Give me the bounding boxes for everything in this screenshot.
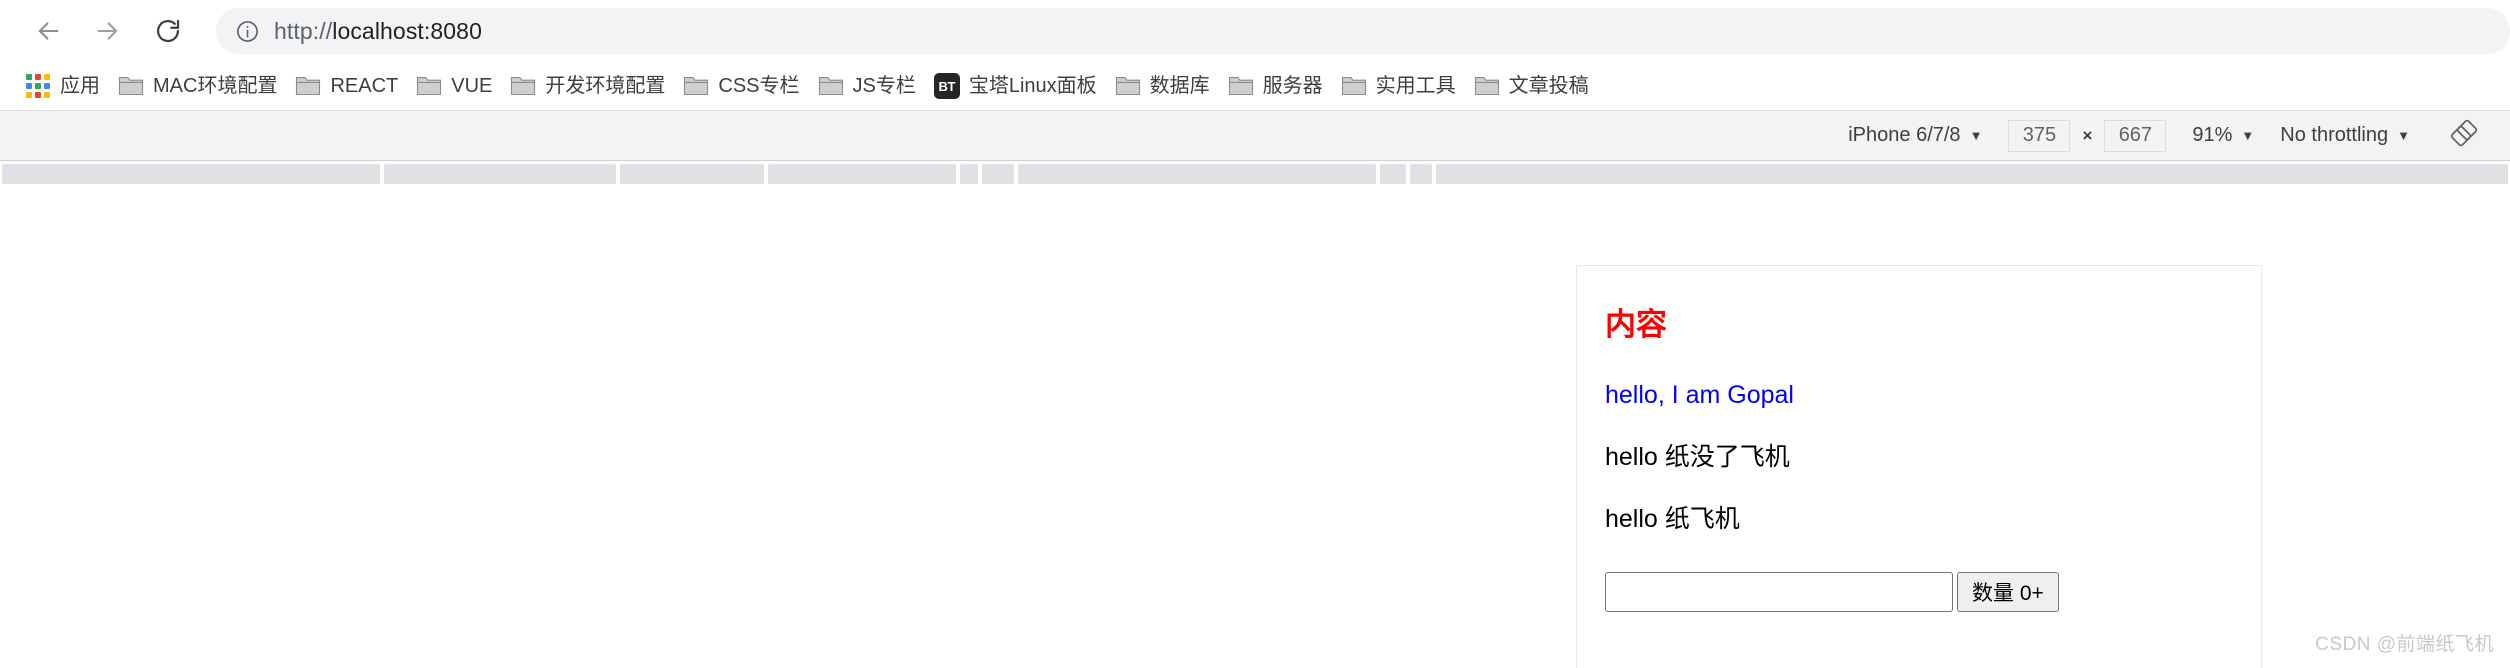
folder-icon — [818, 73, 844, 99]
bookmark-apps[interactable]: 应用 — [16, 67, 109, 105]
rotate-device-icon — [2450, 119, 2478, 153]
ruler-segment — [1018, 164, 1376, 184]
apps-grid-icon — [25, 73, 51, 99]
viewport-width-input[interactable] — [2008, 119, 2071, 152]
folder-icon — [1474, 73, 1500, 99]
page-content: 内容 hello, I am Gopal hello 纸没了飞机 hello 纸… — [1577, 266, 2261, 613]
ruler-segment — [1436, 164, 2508, 184]
bookmark-vue[interactable]: VUE — [407, 67, 501, 105]
device-selector-label: iPhone 6/7/8 — [1848, 124, 1961, 146]
bookmark-label: 文章投稿 — [1508, 75, 1589, 97]
folder-icon — [1228, 73, 1254, 99]
device-viewport-frame: 内容 hello, I am Gopal hello 纸没了飞机 hello 纸… — [1576, 265, 2262, 668]
bookmark-label: 宝塔Linux面板 — [968, 75, 1097, 97]
message-line: hello 纸没了飞机 — [1605, 443, 1790, 472]
message-line: hello 纸飞机 — [1605, 505, 1740, 534]
throttling-label: No throttling — [2280, 124, 2389, 146]
rotate-device-button[interactable] — [2450, 119, 2478, 153]
folder-icon — [1115, 73, 1141, 99]
url-scheme: http:// — [274, 17, 333, 44]
page-title: 内容 — [1605, 307, 1667, 342]
bookmark-label: JS专栏 — [852, 75, 916, 97]
forward-button[interactable] — [82, 5, 134, 57]
chevron-down-icon: ▼ — [2241, 128, 2255, 143]
bookmark-useful-tools[interactable]: 实用工具 — [1332, 67, 1465, 105]
viewport-height-input[interactable] — [2104, 119, 2167, 152]
viewport-ruler-strip — [0, 160, 2510, 184]
viewport-dimensions: × — [2008, 119, 2167, 152]
quantity-form-row: 数量 0+ — [1605, 572, 2219, 613]
quantity-button[interactable]: 数量 0+ — [1957, 572, 2059, 613]
folder-icon — [118, 73, 144, 99]
arrow-left-icon — [34, 17, 62, 45]
zoom-selector[interactable]: 91% ▼ — [2192, 124, 2254, 147]
bookmark-label: 开发环境配置 — [545, 75, 666, 97]
chevron-down-icon: ▼ — [1969, 128, 1983, 143]
device-selector[interactable]: iPhone 6/7/8 ▼ — [1848, 124, 1982, 147]
throttling-selector[interactable]: No throttling ▼ — [2280, 124, 2410, 147]
quantity-input[interactable] — [1605, 572, 1953, 613]
browser-chrome: http://localhost:8080 应用 MAC环境配置 REACT V… — [0, 0, 2510, 184]
bookmark-label: 实用工具 — [1375, 75, 1456, 97]
bookmark-mac-env-config[interactable]: MAC环境配置 — [109, 67, 286, 105]
bt-favicon-text: BT — [933, 73, 960, 99]
bookmark-database[interactable]: 数据库 — [1106, 67, 1219, 105]
bookmark-css-column[interactable]: CSS专栏 — [674, 67, 808, 105]
chevron-down-icon: ▼ — [2397, 128, 2410, 143]
reload-icon — [154, 17, 182, 45]
bookmark-server[interactable]: 服务器 — [1219, 67, 1332, 105]
dimension-separator: × — [2082, 125, 2093, 145]
bookmark-label: REACT — [330, 75, 399, 97]
ruler-segment — [620, 164, 764, 184]
folder-icon — [295, 73, 321, 99]
address-bar-url: http://localhost:8080 — [274, 18, 482, 45]
ruler-segment — [960, 164, 978, 184]
folder-icon — [1341, 73, 1367, 99]
bookmark-label: CSS专栏 — [718, 75, 800, 97]
info-circle-icon[interactable] — [234, 18, 260, 44]
bookmark-label: 应用 — [60, 75, 100, 97]
csdn-watermark: CSDN @前端纸飞机 — [2315, 634, 2494, 655]
bookmark-label: 服务器 — [1262, 75, 1323, 97]
bookmarks-bar: 应用 MAC环境配置 REACT VUE 开发环境配置 CSS专栏 JS专栏 B… — [0, 62, 2510, 110]
device-emulation-toolbar: iPhone 6/7/8 ▼ × 91% ▼ No throttling ▼ — [0, 110, 2510, 160]
ruler-segment — [384, 164, 616, 184]
ruler-segment — [982, 164, 1014, 184]
emulated-viewport-area: 内容 hello, I am Gopal hello 纸没了飞机 hello 纸… — [0, 208, 2510, 668]
arrow-right-icon — [94, 17, 122, 45]
folder-icon — [510, 73, 536, 99]
bookmark-dev-env-config[interactable]: 开发环境配置 — [501, 67, 674, 105]
bookmark-label: 数据库 — [1149, 75, 1210, 97]
bookmark-js-column[interactable]: JS专栏 — [809, 67, 925, 105]
ruler-segment — [1380, 164, 1406, 184]
folder-icon — [683, 73, 709, 99]
ruler-segment — [1410, 164, 1432, 184]
back-button[interactable] — [22, 5, 74, 57]
bookmark-react[interactable]: REACT — [286, 67, 407, 105]
bookmark-article-submission[interactable]: 文章投稿 — [1465, 67, 1598, 105]
folder-icon — [416, 73, 442, 99]
address-bar[interactable]: http://localhost:8080 — [216, 8, 2510, 54]
reload-button[interactable] — [142, 5, 194, 57]
bookmark-label: MAC环境配置 — [153, 75, 278, 97]
bt-favicon-icon: BT — [933, 73, 960, 99]
bookmark-baota-linux-panel[interactable]: BT 宝塔Linux面板 — [925, 67, 1106, 105]
zoom-level-label: 91% — [2192, 124, 2233, 146]
ruler-segment — [768, 164, 956, 184]
navigation-bar: http://localhost:8080 — [0, 0, 2510, 62]
ruler-segment — [2, 164, 380, 184]
url-host: localhost:8080 — [332, 17, 482, 44]
bookmark-label: VUE — [451, 75, 493, 97]
greeting-link-text[interactable]: hello, I am Gopal — [1605, 380, 2219, 410]
